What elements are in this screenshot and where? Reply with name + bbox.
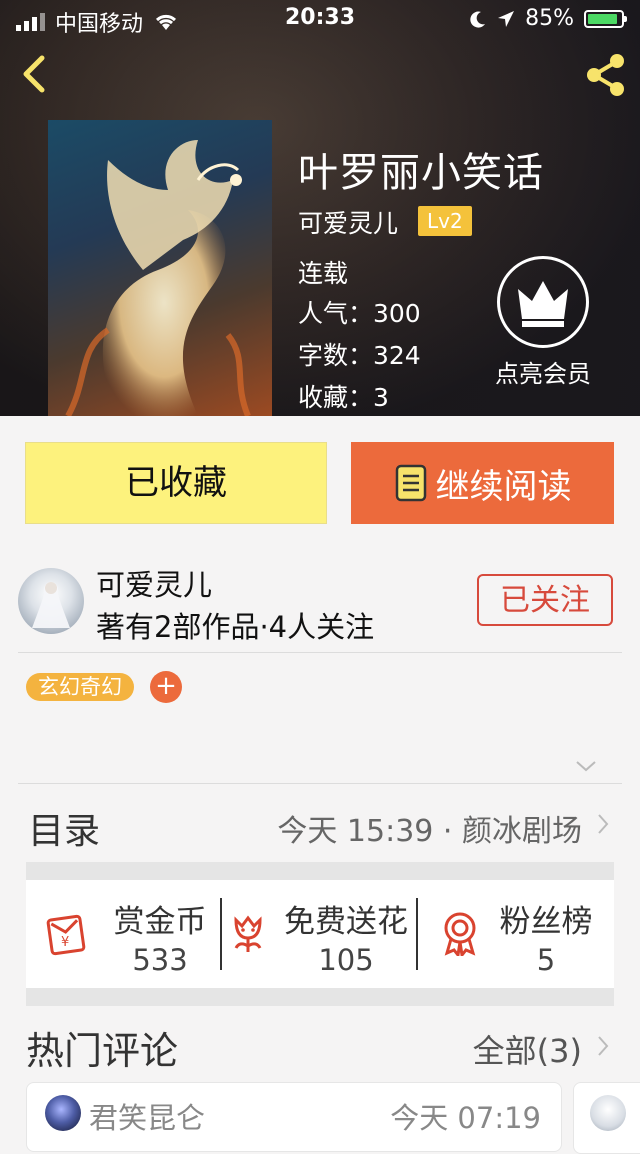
battery-icon	[584, 9, 627, 28]
phoenix-illustration	[65, 140, 251, 416]
toc-row[interactable]: 目录 今天 15:39 · 颜冰剧场	[0, 790, 640, 860]
all-comments-link[interactable]: 全部(3)	[473, 1026, 582, 1072]
book-icon	[395, 464, 426, 502]
book-author[interactable]: 可爱灵儿	[298, 204, 398, 240]
book-title: 叶罗丽小笑话	[298, 150, 544, 196]
section-gap	[26, 862, 614, 880]
book-cover[interactable]	[48, 120, 272, 416]
vip-button[interactable]: 点亮会员	[486, 256, 600, 389]
moon-icon	[470, 11, 486, 28]
chevron-down-icon[interactable]	[574, 758, 598, 774]
reward-flowers[interactable]: 免费送花 105	[226, 896, 422, 977]
latest-update: 今天 15:39 · 颜冰剧场	[277, 814, 582, 849]
author-row[interactable]: 可爱灵儿 著有2部作品·4人关注 已关注	[0, 556, 640, 646]
status-right: 85%	[469, 6, 627, 31]
divider	[18, 783, 622, 784]
location-icon	[498, 10, 515, 27]
book-favorites: 收藏：3	[298, 383, 389, 412]
book-popularity: 人气：300	[298, 299, 421, 328]
chevron-right-icon[interactable]	[596, 1034, 610, 1058]
comment-time: 今天 07:19	[390, 1101, 541, 1135]
author-avatar[interactable]	[18, 568, 84, 634]
toc-label: 目录	[28, 811, 101, 852]
commenter-avatar[interactable]	[590, 1095, 626, 1131]
chevron-right-icon	[598, 814, 609, 834]
share-icon[interactable]	[580, 50, 630, 100]
level-badge: Lv2	[418, 206, 472, 236]
crown-icon	[497, 256, 589, 348]
author-stats: 著有2部作品·4人关注	[96, 610, 375, 644]
medal-icon	[444, 912, 476, 956]
back-arrow-icon[interactable]	[14, 52, 54, 96]
book-status: 连载	[298, 259, 349, 288]
flower-icon	[234, 915, 262, 952]
continue-reading-label: 继续阅读	[435, 466, 572, 507]
separator	[416, 898, 418, 970]
commenter-avatar[interactable]	[45, 1095, 81, 1131]
reward-fans[interactable]: 粉丝榜 5	[438, 896, 608, 977]
favorited-button[interactable]: 已收藏	[25, 442, 327, 524]
commenter-name[interactable]: 君笑昆仑	[89, 1095, 205, 1137]
comment-card[interactable]: 君笑昆仑 今天 07:19	[26, 1082, 562, 1152]
reward-coins[interactable]: ¥ 赏金币 533	[44, 896, 224, 977]
book-word-count: 字数：324	[298, 341, 421, 370]
add-tag-button[interactable]: +	[150, 671, 182, 703]
battery-percent: 85%	[525, 6, 574, 31]
vip-label: 点亮会员	[495, 360, 591, 388]
red-envelope-icon: ¥	[46, 914, 86, 956]
divider	[18, 652, 622, 653]
section-gap	[26, 988, 614, 1006]
svg-text:¥: ¥	[61, 935, 69, 950]
separator	[220, 898, 222, 970]
hot-comments-title: 热门评论	[26, 1029, 179, 1073]
follow-button[interactable]: 已关注	[477, 574, 613, 626]
continue-reading-button[interactable]: 继续阅读	[351, 442, 614, 524]
genre-tag[interactable]: 玄幻奇幻	[26, 673, 134, 701]
status-bar: 中国移动 20:33 85%	[0, 0, 640, 38]
hot-comments-header: 热门评论 全部(3)	[0, 1010, 640, 1080]
comment-card-next[interactable]	[573, 1082, 640, 1154]
author-name[interactable]: 可爱灵儿	[96, 562, 212, 604]
rewards-panel: ¥ 赏金币 533 免费送花 105 粉丝榜 5	[26, 880, 614, 988]
